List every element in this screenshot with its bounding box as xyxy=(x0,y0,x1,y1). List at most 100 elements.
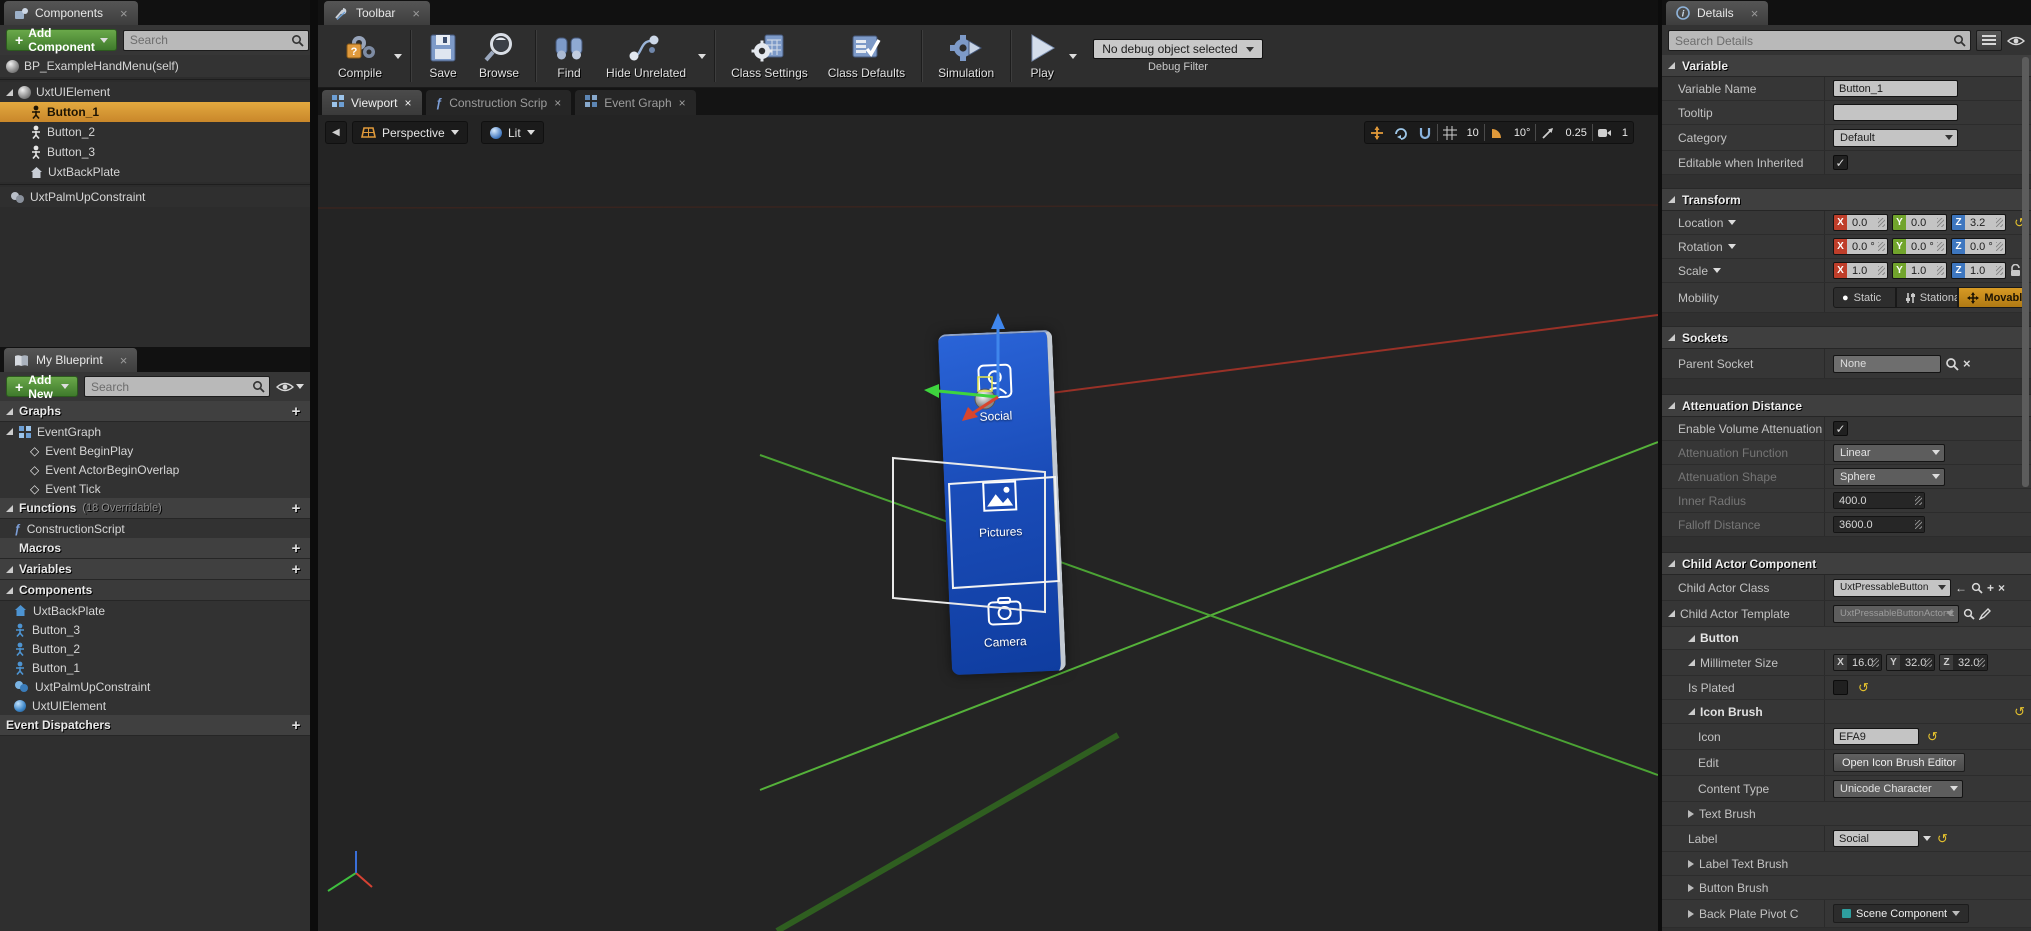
expander-icon[interactable] xyxy=(1688,635,1695,642)
clear-icon[interactable]: × xyxy=(1998,581,2005,595)
add-graph-button[interactable]: + xyxy=(288,403,304,420)
surface-snap-button[interactable] xyxy=(1413,122,1437,143)
close-icon[interactable]: × xyxy=(412,6,420,21)
tab-components[interactable]: Components × xyxy=(4,1,138,25)
expander-collapsed-icon[interactable] xyxy=(1688,860,1694,868)
edit-pencil-icon[interactable] xyxy=(1979,608,1991,620)
expander-icon[interactable] xyxy=(6,587,13,594)
add-macro-button[interactable]: + xyxy=(288,540,304,557)
constructionscript-row[interactable]: ƒ ConstructionScript xyxy=(0,519,310,538)
close-icon[interactable]: × xyxy=(1751,6,1759,21)
tree-item-uxtbackplate[interactable]: UxtBackPlate xyxy=(0,162,310,182)
child-actor-section-header[interactable]: Child Actor Component xyxy=(1662,553,2031,575)
mobility-movable-button[interactable]: Movable xyxy=(1958,287,2025,308)
child-actor-template-dropdown[interactable]: UxtPressableButtonActor-1 xyxy=(1833,605,1959,623)
viewport-3d[interactable]: Social Pictures Camera xyxy=(318,115,1658,931)
location-z-field[interactable]: Z3.2 xyxy=(1951,214,2006,231)
tree-item-button3[interactable]: Button_3 xyxy=(0,142,310,162)
add-icon[interactable]: + xyxy=(1987,581,1994,595)
browse-button[interactable]: Browse xyxy=(469,26,529,86)
tab-my-blueprint[interactable]: My Blueprint × xyxy=(4,348,137,372)
var-button2-row[interactable]: Button_2 xyxy=(0,639,310,658)
tree-item-button1[interactable]: Button_1 xyxy=(0,102,310,122)
components-search-input[interactable] xyxy=(124,33,291,47)
debug-object-combo[interactable]: No debug object selected xyxy=(1093,39,1262,59)
mobility-static-button[interactable]: ● Static xyxy=(1833,287,1896,308)
eventgraph-row[interactable]: EventGraph xyxy=(0,422,310,441)
tab-toolbar[interactable]: Toolbar × xyxy=(324,1,430,25)
rotation-snap-button[interactable] xyxy=(1485,122,1509,143)
falloff-distance-field[interactable]: 3600.0 xyxy=(1833,516,1925,533)
label-text-brush-subsection-header[interactable]: Label Text Brush xyxy=(1662,852,2031,876)
variable-section-header[interactable]: Variable xyxy=(1662,55,2031,77)
search-socket-icon[interactable] xyxy=(1945,357,1959,371)
camera-speed-value[interactable]: 1 xyxy=(1617,127,1633,139)
variable-name-input[interactable]: Button_1 xyxy=(1833,80,1958,97)
details-search-input[interactable] xyxy=(1669,34,1953,48)
icon-brush-subsection-header[interactable]: Icon Brush ↺ xyxy=(1662,700,2031,724)
category-dropdown[interactable]: Default xyxy=(1833,129,1958,147)
event-dispatchers-header[interactable]: Event Dispatchers + xyxy=(0,715,310,736)
gizmo-mode-button[interactable] xyxy=(1365,122,1389,143)
components-category-header[interactable]: Components xyxy=(0,580,310,601)
var-uxtpalmupconstraint-row[interactable]: UxtPalmUpConstraint xyxy=(0,677,310,696)
millimeter-y-field[interactable]: Y32.0 xyxy=(1886,654,1935,671)
event-tick-row[interactable]: ◇ Event Tick xyxy=(0,479,310,498)
hand-menu-actor[interactable]: Social Pictures Camera xyxy=(938,330,1066,675)
expander-icon[interactable] xyxy=(1668,610,1675,617)
add-function-button[interactable]: + xyxy=(288,500,304,517)
tab-construction-script[interactable]: ƒ Construction Scrip × xyxy=(426,90,572,115)
expander-collapsed-icon[interactable] xyxy=(1688,810,1694,818)
tooltip-input[interactable] xyxy=(1833,104,1958,121)
scale-y-field[interactable]: Y1.0 xyxy=(1892,262,1947,279)
class-settings-button[interactable]: Class Settings xyxy=(721,26,818,86)
parent-socket-value[interactable]: None xyxy=(1833,355,1941,373)
close-icon[interactable]: × xyxy=(554,96,561,110)
millimeter-z-field[interactable]: Z32.0 xyxy=(1939,654,1988,671)
chevron-down-icon[interactable] xyxy=(1713,268,1721,273)
browse-asset-icon[interactable] xyxy=(1971,582,1983,594)
save-button[interactable]: Save xyxy=(417,26,469,86)
details-search[interactable] xyxy=(1668,30,1971,51)
var-button1-row[interactable]: Button_1 xyxy=(0,658,310,677)
scale-snap-value[interactable]: 0.25 xyxy=(1560,127,1591,139)
child-actor-class-dropdown[interactable]: UxtPressableButton xyxy=(1833,579,1951,597)
expander-icon[interactable] xyxy=(6,505,13,512)
var-button3-row[interactable]: Button_3 xyxy=(0,620,310,639)
rotation-z-field[interactable]: Z0.0 ° xyxy=(1951,238,2006,255)
var-uxtbackplate-row[interactable]: UxtBackPlate xyxy=(0,601,310,620)
open-icon-brush-editor-button[interactable]: Open Icon Brush Editor xyxy=(1833,753,1965,772)
expander-icon[interactable] xyxy=(1688,708,1695,715)
perspective-button[interactable]: Perspective xyxy=(352,121,468,144)
hide-unrelated-button[interactable]: Hide Unrelated xyxy=(596,26,696,86)
add-new-button[interactable]: + Add New xyxy=(6,376,78,397)
compile-options-chevron-icon[interactable] xyxy=(394,54,402,59)
graphs-header[interactable]: Graphs + xyxy=(0,401,310,422)
tree-item-uxtpalmupconstraint[interactable]: UxtPalmUpConstraint xyxy=(0,187,310,207)
attenuation-section-header[interactable]: Attenuation Distance xyxy=(1662,395,2031,417)
simulation-button[interactable]: Simulation xyxy=(928,26,1004,86)
variables-header[interactable]: Variables + xyxy=(0,559,310,580)
attenuation-shape-dropdown[interactable]: Sphere xyxy=(1833,468,1945,486)
grid-snap-value[interactable]: 10 xyxy=(1462,127,1484,139)
add-component-button[interactable]: + Add Component xyxy=(6,29,117,51)
close-icon[interactable]: × xyxy=(120,353,128,368)
inner-radius-field[interactable]: 400.0 xyxy=(1833,492,1925,509)
reset-to-default-icon[interactable]: ↺ xyxy=(1927,729,1938,745)
expander-collapsed-icon[interactable] xyxy=(1688,910,1694,918)
close-icon[interactable]: × xyxy=(120,6,128,21)
display-filter-eye-icon[interactable] xyxy=(2007,35,2025,47)
play-options-chevron-icon[interactable] xyxy=(1069,54,1077,59)
event-beginplay-row[interactable]: ◇ Event BeginPlay xyxy=(0,441,310,460)
cycle-transform-space-button[interactable] xyxy=(1389,122,1413,143)
functions-header[interactable]: Functions (18 Overridable) + xyxy=(0,498,310,519)
viewport-menu-collapse-button[interactable]: ◀ xyxy=(325,121,347,144)
rotation-snap-value[interactable]: 10° xyxy=(1509,127,1536,139)
label-value-input[interactable]: Social xyxy=(1833,830,1919,847)
chevron-down-icon[interactable] xyxy=(1923,836,1931,841)
close-icon[interactable]: × xyxy=(404,96,411,110)
grid-snap-button[interactable] xyxy=(1438,122,1462,143)
icon-value-input[interactable]: EFA9 xyxy=(1833,728,1919,745)
tree-item-button2[interactable]: Button_2 xyxy=(0,122,310,142)
sockets-section-header[interactable]: Sockets xyxy=(1662,327,2031,349)
